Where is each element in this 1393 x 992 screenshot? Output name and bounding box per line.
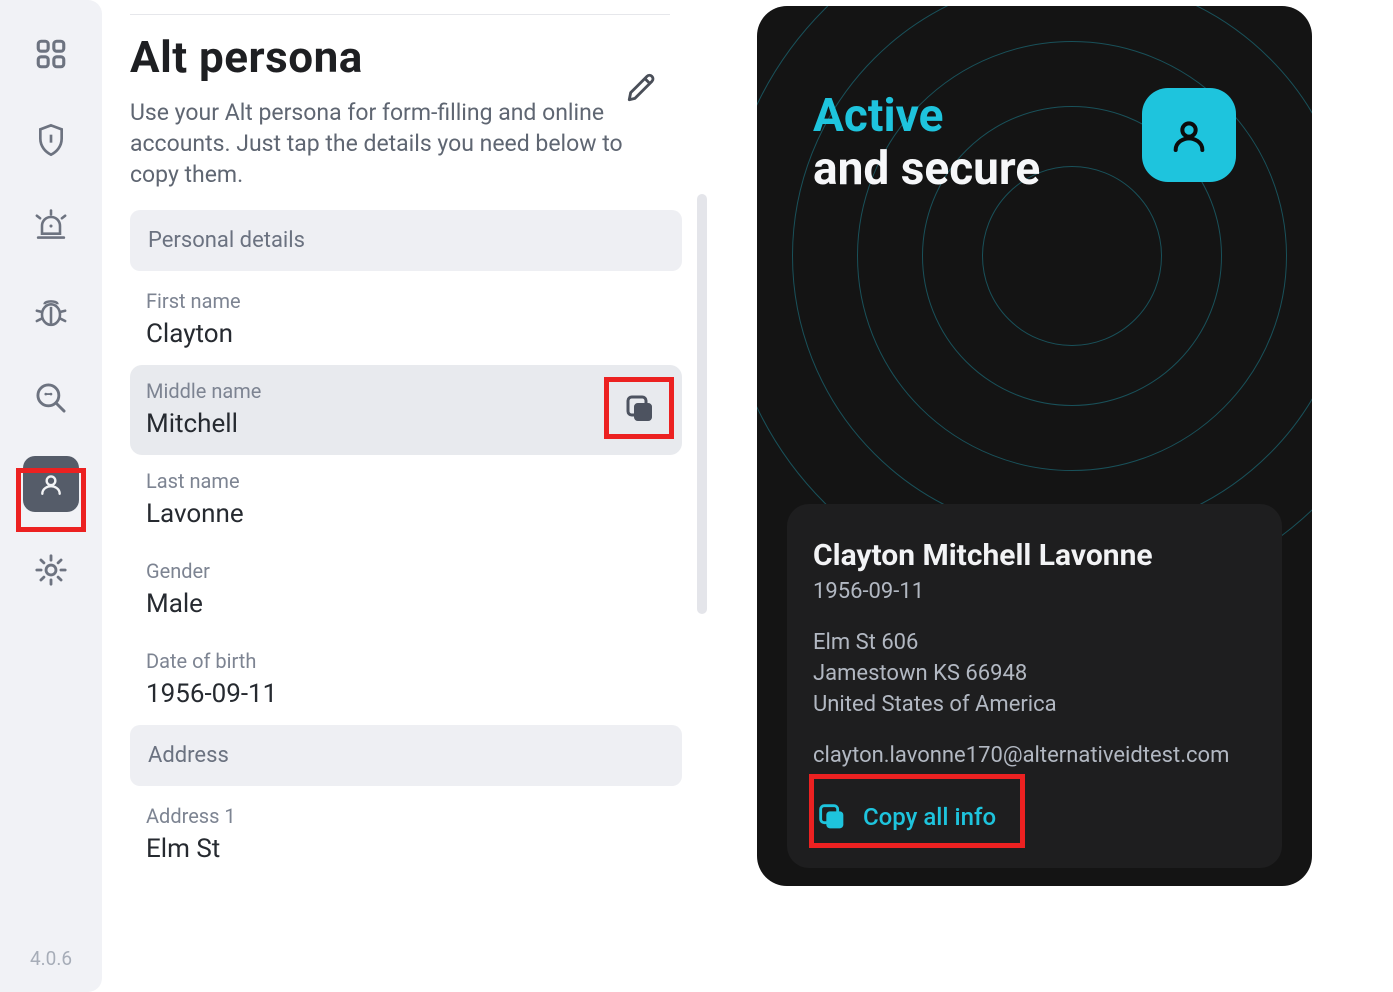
persona-addr1: Elm St 606: [813, 630, 1256, 655]
edit-button[interactable]: [617, 62, 667, 112]
nav-search[interactable]: [23, 370, 79, 426]
copy-all-button[interactable]: Copy all info: [813, 794, 1006, 840]
status-line1: Active: [813, 89, 943, 143]
copy-all-label: Copy all info: [863, 803, 996, 831]
field-value: Elm St: [146, 834, 666, 864]
nav-dashboard[interactable]: [23, 26, 79, 82]
field-dob[interactable]: Date of birth 1956-09-11: [130, 635, 682, 725]
field-value: Lavonne: [146, 499, 666, 529]
bug-icon: [33, 295, 69, 329]
field-address1[interactable]: Address 1 Elm St: [130, 790, 682, 880]
copy-icon: [622, 391, 658, 427]
field-last-name[interactable]: Last name Lavonne: [130, 455, 682, 545]
field-label: Last name: [146, 469, 666, 493]
main-content: Alt persona Use your Alt persona for for…: [102, 0, 707, 992]
field-label: Middle name: [146, 379, 666, 403]
shield-icon: [35, 122, 67, 158]
nav-settings[interactable]: [23, 542, 79, 598]
field-gender[interactable]: Gender Male: [130, 545, 682, 635]
status-card: Active and secure Clayton Mitchell Lavon…: [757, 6, 1312, 886]
search-icon: [34, 381, 68, 415]
status-line2: and secure: [813, 142, 1040, 196]
nav-security[interactable]: [23, 112, 79, 168]
scrollbar[interactable]: [697, 194, 707, 614]
field-value: Clayton: [146, 319, 666, 349]
field-value: 1956-09-11: [146, 679, 666, 709]
nav-alerts[interactable]: [23, 198, 79, 254]
person-icon: [1169, 115, 1209, 155]
page-description: Use your Alt persona for form-filling an…: [130, 97, 670, 190]
section-personal: Personal details: [130, 210, 682, 271]
field-middle-name[interactable]: Middle name Mitchell: [130, 365, 682, 455]
status-panel-wrap: Active and secure Clayton Mitchell Lavon…: [757, 0, 1337, 992]
persona-addr2: Jamestown KS 66948: [813, 661, 1256, 686]
person-icon: [38, 471, 64, 497]
persona-addr3: United States of America: [813, 692, 1256, 717]
field-label: Date of birth: [146, 649, 666, 673]
field-value: Mitchell: [146, 409, 666, 439]
gear-icon: [34, 553, 68, 587]
field-label: Gender: [146, 559, 666, 583]
copy-button[interactable]: [616, 385, 664, 433]
field-first-name[interactable]: First name Clayton: [130, 275, 682, 365]
copy-icon: [815, 800, 849, 834]
nav-antivirus[interactable]: [23, 284, 79, 340]
nav-alt-persona[interactable]: [23, 456, 79, 512]
section-address: Address: [130, 725, 682, 786]
pencil-icon: [625, 70, 659, 104]
form-list: Personal details First name Clayton Midd…: [130, 210, 682, 880]
persona-name: Clayton Mitchell Lavonne: [813, 538, 1256, 573]
field-value: Male: [146, 589, 666, 619]
persona-info-box: Clayton Mitchell Lavonne 1956-09-11 Elm …: [787, 504, 1282, 868]
divider: [130, 14, 670, 15]
field-label: First name: [146, 289, 666, 313]
grid-icon: [34, 37, 68, 71]
alarm-icon: [33, 209, 69, 243]
page-title: Alt persona: [130, 31, 363, 83]
version-label: 4.0.6: [0, 947, 102, 970]
persona-badge: [1142, 88, 1236, 182]
status-title: Active and secure: [813, 90, 1040, 196]
sidebar: 4.0.6: [0, 0, 102, 992]
persona-email: clayton.lavonne170@alternativeidtest.com: [813, 743, 1256, 768]
field-label: Address 1: [146, 804, 666, 828]
persona-dob: 1956-09-11: [813, 579, 1256, 604]
